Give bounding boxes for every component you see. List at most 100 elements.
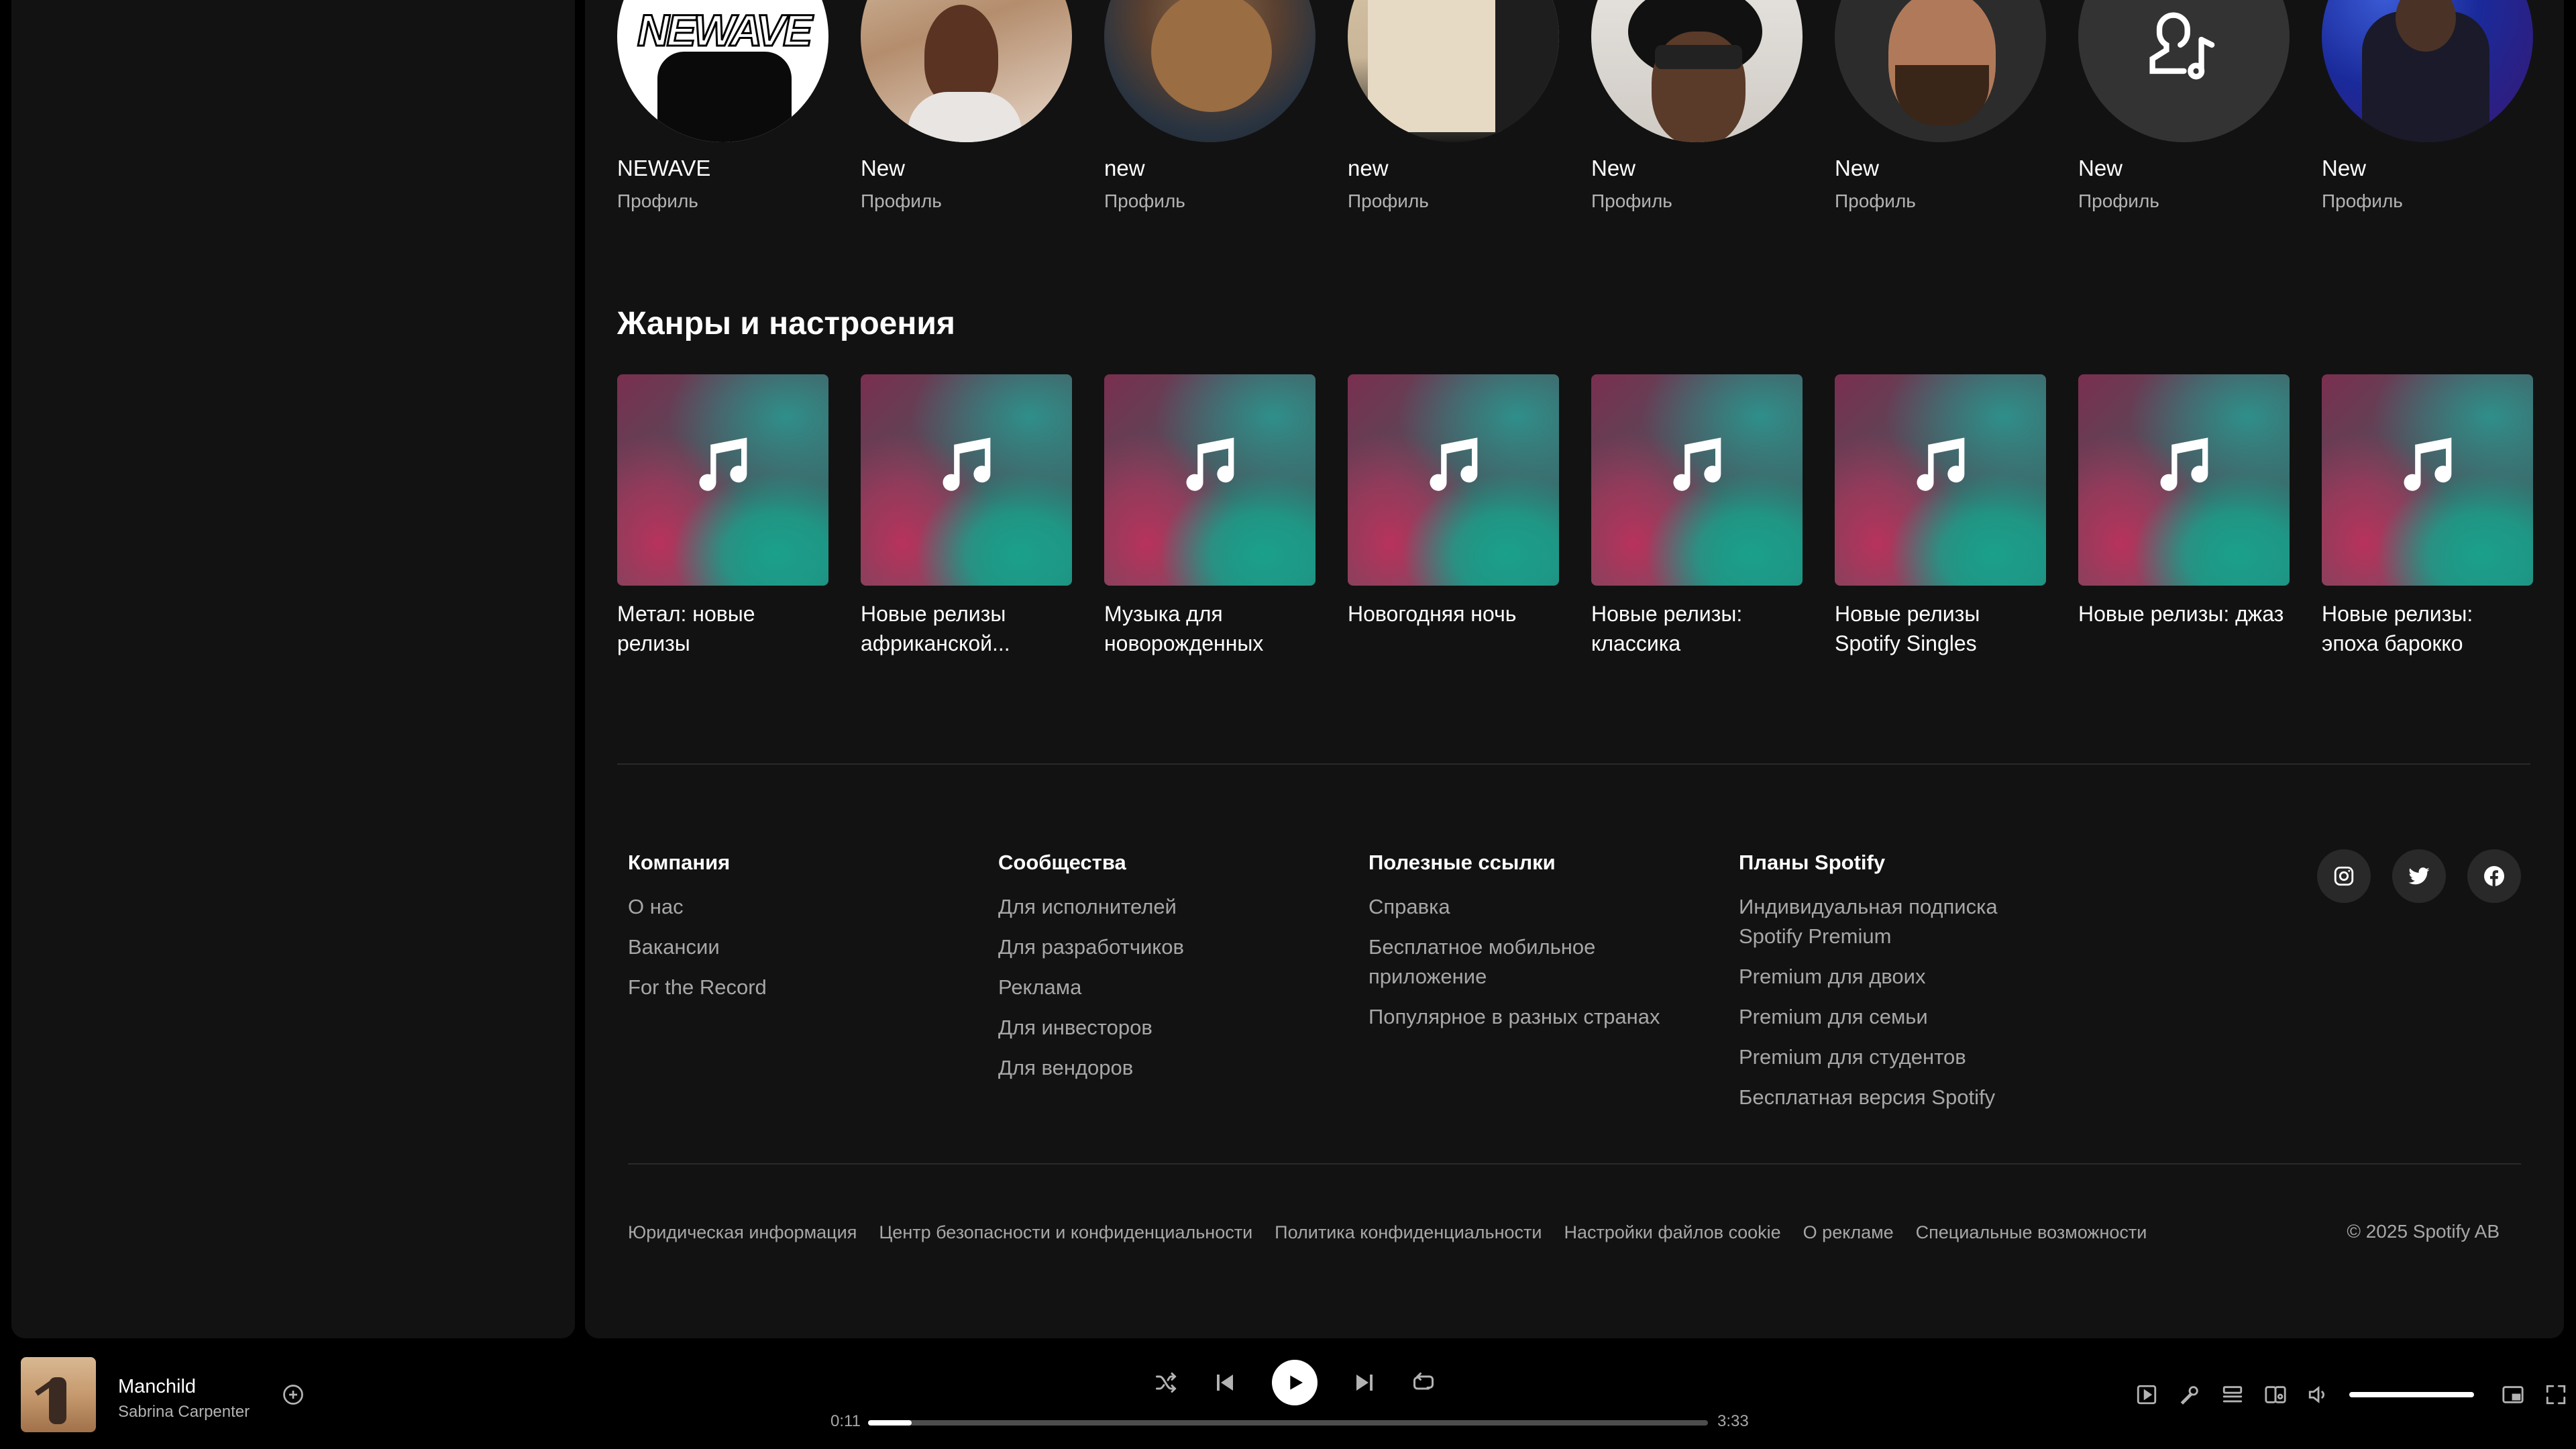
mute-button[interactable] (2306, 1383, 2330, 1407)
profile-avatar (1591, 0, 1803, 142)
footer-link[interactable]: Для исполнителей (998, 892, 1313, 922)
legal-links: Юридическая информация Центр безопасности… (628, 1222, 2147, 1243)
music-note-icon (943, 437, 991, 491)
instagram-icon (2334, 866, 2354, 886)
footer-link[interactable]: Для инвесторов (998, 1013, 1313, 1042)
now-playing-artist[interactable]: Sabrina Carpenter (118, 1403, 250, 1421)
footer-link[interactable]: Premium для двоих (1739, 962, 2054, 991)
genre-title[interactable]: Метал: новые релизы (617, 599, 828, 658)
now-playing-view-button[interactable] (2135, 1383, 2159, 1407)
connect-device-button[interactable] (2263, 1383, 2288, 1407)
now-playing-cover[interactable] (21, 1357, 96, 1432)
profile-name[interactable]: New (2078, 156, 2290, 182)
genre-title[interactable]: Новые релизы Spotify Singles (1835, 599, 2046, 658)
profile-name[interactable]: New (2322, 156, 2533, 182)
profile-card[interactable]: New Профиль (1835, 0, 2046, 212)
instagram-button[interactable] (2317, 849, 2371, 903)
footer-link[interactable]: Бесплатная версия Spotify (1739, 1083, 2054, 1112)
genre-title[interactable]: Новые релизы: классика (1591, 599, 1803, 658)
footer-link[interactable]: О нас (628, 892, 943, 922)
miniplayer-button[interactable] (2501, 1383, 2525, 1407)
profile-type: Профиль (617, 191, 698, 211)
profile-name[interactable]: New (1835, 156, 2046, 182)
genre-title[interactable]: Новые релизы: джаз (2078, 599, 2290, 629)
twitter-icon (2408, 867, 2430, 885)
genre-title[interactable]: Новые релизы: эпоха барокко (2322, 599, 2533, 658)
genre-card[interactable]: Новые релизы: джаз (2078, 374, 2290, 658)
genre-cover (617, 374, 828, 586)
footer-link[interactable]: Популярное в разных странах (1368, 1002, 1684, 1032)
footer-heading: Компания (628, 851, 731, 874)
footer-link[interactable]: Индивидуальная подписка Spotify Premium (1739, 892, 2054, 951)
previous-button[interactable] (1213, 1371, 1237, 1395)
device-icon (2265, 1386, 2286, 1403)
legal-link[interactable]: Юридическая информация (628, 1222, 857, 1243)
footer-link[interactable]: For the Record (628, 973, 943, 1002)
music-note-icon (2160, 437, 2208, 491)
profile-card[interactable]: NEWAVE NEWAVE Профиль (617, 0, 828, 212)
profile-name[interactable]: NEWAVE (617, 156, 828, 182)
play-button[interactable] (1272, 1360, 1318, 1405)
legal-link[interactable]: Политика конфиденциальности (1275, 1222, 1542, 1243)
footer-link[interactable]: Бесплатное мобильное приложение (1368, 932, 1684, 991)
facebook-button[interactable] (2467, 849, 2521, 903)
legal-link[interactable]: Центр безопасности и конфиденциальности (879, 1222, 1252, 1243)
genres-section-title[interactable]: Жанры и настроения (617, 305, 955, 342)
genre-title[interactable]: Новые релизы африканской... (861, 599, 1072, 658)
genre-card[interactable]: Метал: новые релизы (617, 374, 828, 658)
profile-name[interactable]: new (1104, 156, 1316, 182)
twitter-button[interactable] (2392, 849, 2446, 903)
genre-card[interactable]: Новые релизы Spotify Singles (1835, 374, 2046, 658)
genre-title[interactable]: Новогодняя ночь (1348, 599, 1559, 629)
footer-link[interactable]: Для вендоров (998, 1053, 1313, 1083)
footer-heading: Сообщества (998, 851, 1126, 874)
profile-card[interactable]: new Профиль (1104, 0, 1316, 212)
fullscreen-button[interactable] (2544, 1383, 2568, 1407)
footer-link[interactable]: Для разработчиков (998, 932, 1313, 962)
genre-card[interactable]: Новые релизы: эпоха барокко (2322, 374, 2533, 658)
shuffle-button[interactable] (1154, 1371, 1178, 1395)
profile-card[interactable]: New Профиль (2322, 0, 2533, 212)
profile-card[interactable]: New Профиль (2078, 0, 2290, 212)
legal-link[interactable]: Специальные возможности (1916, 1222, 2147, 1243)
profile-type: Профиль (2078, 191, 2159, 211)
footer-link[interactable]: Premium для студентов (1739, 1042, 2054, 1072)
genre-card[interactable]: Музыка для новорожденных (1104, 374, 1316, 658)
repeat-button[interactable] (1411, 1371, 1436, 1395)
next-button[interactable] (1352, 1371, 1377, 1395)
footer-link[interactable]: Вакансии (628, 932, 943, 962)
lyrics-button[interactable] (2178, 1383, 2202, 1407)
profile-name[interactable]: New (1591, 156, 1803, 182)
music-note-icon (1673, 437, 1721, 491)
footer-link[interactable]: Premium для семьи (1739, 1002, 2054, 1032)
volume-fill (2349, 1392, 2474, 1397)
genre-card[interactable]: Новые релизы: классика (1591, 374, 1803, 658)
genre-title[interactable]: Музыка для новорожденных (1104, 599, 1316, 658)
progress-bar[interactable] (868, 1420, 1708, 1426)
profile-type: Профиль (2322, 191, 2403, 211)
genre-cover (1348, 374, 1559, 586)
queue-button[interactable] (2220, 1383, 2245, 1407)
profile-card[interactable]: New Профиль (1591, 0, 1803, 212)
now-playing-title[interactable]: Manchild (118, 1376, 196, 1398)
genre-card[interactable]: Новогодняя ночь (1348, 374, 1559, 658)
legal-link[interactable]: Настройки файлов cookie (1564, 1222, 1781, 1243)
volume-slider[interactable] (2349, 1392, 2474, 1397)
footer-column: Планы Spotify Индивидуальная подписка Spo… (1739, 851, 2109, 1123)
genre-cover (1591, 374, 1803, 586)
social-links (2317, 849, 2521, 903)
divider (617, 763, 2530, 765)
profile-name[interactable]: new (1348, 156, 1559, 182)
add-to-library-button[interactable] (281, 1383, 305, 1410)
genre-cover (1104, 374, 1316, 586)
profile-card[interactable]: new Профиль (1348, 0, 1559, 212)
footer-link[interactable]: Реклама (998, 973, 1313, 1002)
profile-name[interactable]: New (861, 156, 1072, 182)
footer-link[interactable]: Справка (1368, 892, 1684, 922)
duration-time: 3:33 (1717, 1412, 1749, 1430)
genres-row: Метал: новые релизы Новые релизы африканс… (617, 374, 2533, 658)
footer-columns: Компания О нас Вакансии For the Record Сообщ… (628, 851, 2109, 1123)
genre-card[interactable]: Новые релизы африканской... (861, 374, 1072, 658)
legal-link[interactable]: О рекламе (1803, 1222, 1894, 1243)
profile-card[interactable]: New Профиль (861, 0, 1072, 212)
